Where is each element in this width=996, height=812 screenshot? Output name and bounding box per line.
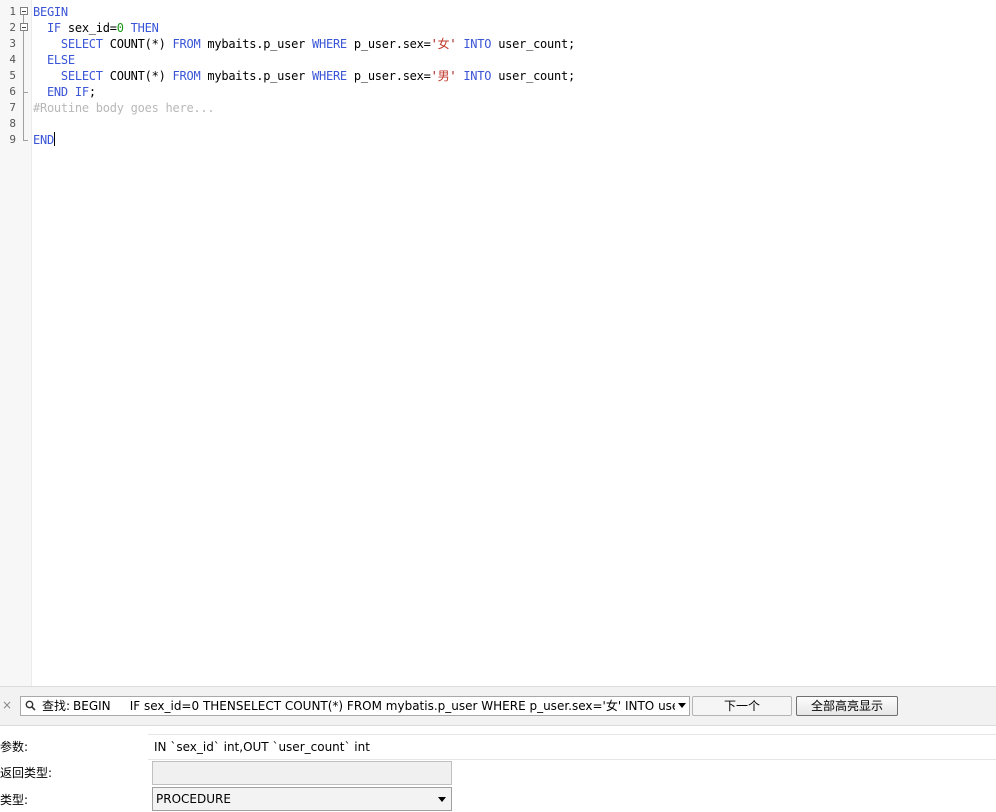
code-token: user_count; xyxy=(491,37,575,51)
fold-guide xyxy=(20,116,30,132)
text-caret xyxy=(53,132,55,146)
code-token: p_user.sex= xyxy=(346,37,431,51)
code-token: WHERE xyxy=(312,69,347,83)
close-find-icon[interactable]: × xyxy=(1,697,13,713)
code-token: INTO xyxy=(463,69,492,83)
params-label: 参数: xyxy=(0,740,29,754)
code-line: 5 SELECT COUNT(*) FROM mybaits.p_user WH… xyxy=(0,68,996,84)
line-number: 8 xyxy=(9,117,16,130)
code-token: 男 xyxy=(437,69,450,83)
fold-toggle-icon[interactable] xyxy=(20,20,30,36)
search-icon xyxy=(25,700,36,711)
code-token: mybaits.p_user xyxy=(200,37,313,51)
code-text: SELECT COUNT(*) FROM mybaits.p_user WHER… xyxy=(33,36,575,52)
code-token: ' xyxy=(430,37,438,51)
find-next-button[interactable]: 下一个 xyxy=(692,696,792,716)
code-line: 2 IF sex_id=0 THEN xyxy=(0,20,996,36)
code-token: END xyxy=(46,85,68,99)
type-select[interactable]: PROCEDURE xyxy=(152,787,452,811)
line-number: 2 xyxy=(9,21,16,34)
return-type-field[interactable] xyxy=(152,761,452,785)
code-token: THEN xyxy=(130,21,159,35)
code-token: BEGIN xyxy=(33,5,68,19)
code-line: 8 xyxy=(0,116,996,132)
code-token: SELECT xyxy=(60,69,103,83)
fold-toggle-icon[interactable] xyxy=(20,4,30,20)
line-number: 6 xyxy=(9,85,16,98)
fold-guide xyxy=(20,36,30,52)
fold-guide xyxy=(20,84,30,100)
code-token: WHERE xyxy=(312,37,347,51)
code-line: 7 #Routine body goes here... xyxy=(0,100,996,116)
chevron-down-icon xyxy=(438,797,446,802)
code-text: BEGIN xyxy=(33,4,68,20)
code-text: IF sex_id=0 THEN xyxy=(33,20,159,36)
type-select-value: PROCEDURE xyxy=(156,792,231,806)
line-number: 7 xyxy=(9,101,16,114)
code-token: INTO xyxy=(463,37,492,51)
code-token: COUNT(*) xyxy=(102,37,173,51)
find-history-dropdown-icon[interactable] xyxy=(678,703,686,708)
code-token: SELECT xyxy=(60,37,103,51)
code-text: #Routine body goes here... xyxy=(33,100,215,116)
code-token: ; xyxy=(88,85,96,99)
code-area[interactable]: 1 BEGIN 2 IF sex_id=0 THEN 3 SELECT COUNT(*… xyxy=(0,4,996,148)
fold-guide xyxy=(20,52,30,68)
code-token: 0 xyxy=(116,21,124,35)
code-text: END xyxy=(33,132,55,148)
return-type-label: 返回类型: xyxy=(0,766,53,780)
line-number: 9 xyxy=(9,133,16,146)
code-token: END xyxy=(33,133,54,147)
code-token: IF xyxy=(74,85,89,99)
line-number: 4 xyxy=(9,53,16,66)
code-line: 3 SELECT COUNT(*) FROM mybaits.p_user WH… xyxy=(0,36,996,52)
fold-guide xyxy=(20,68,30,84)
params-value: IN `sex_id` int,OUT `user_count` int xyxy=(154,740,370,754)
fold-guide xyxy=(20,132,30,148)
code-text: SELECT COUNT(*) FROM mybaits.p_user WHER… xyxy=(33,68,575,84)
code-text: ELSE xyxy=(33,52,75,68)
params-field[interactable]: IN `sex_id` int,OUT `user_count` int xyxy=(148,734,996,760)
fold-guide xyxy=(20,100,30,116)
code-token: #Routine body goes here... xyxy=(33,101,215,115)
code-token: FROM xyxy=(172,37,201,51)
code-line: 9 END xyxy=(0,132,996,148)
code-line: 6 END IF; xyxy=(0,84,996,100)
code-line: 1 BEGIN xyxy=(0,4,996,20)
code-token: FROM xyxy=(172,69,201,83)
line-number: 3 xyxy=(9,37,16,50)
highlight-all-button[interactable]: 全部高亮显示 xyxy=(796,696,898,716)
code-token: COUNT(*) xyxy=(102,69,173,83)
find-label: 查找: xyxy=(42,699,71,713)
find-input[interactable]: 查找: BEGIN IF sex_id=0 THENSELECT COUNT(*… xyxy=(20,696,690,716)
code-token: 女 xyxy=(437,37,450,51)
code-token: IF xyxy=(46,21,61,35)
find-bar: × 查找: BEGIN IF sex_id=0 THENSELECT COUNT… xyxy=(0,686,996,726)
sql-editor[interactable]: 1 BEGIN 2 IF sex_id=0 THEN 3 SELECT COUNT(*… xyxy=(0,0,996,686)
code-token: ELSE xyxy=(46,53,75,67)
code-token: p_user.sex= xyxy=(346,69,431,83)
code-text: END IF; xyxy=(33,84,96,100)
find-input-value: BEGIN IF sex_id=0 THENSELECT COUNT(*) FR… xyxy=(73,699,675,713)
routine-properties: 参数: IN `sex_id` int,OUT `user_count` int… xyxy=(0,726,996,812)
type-label: 类型: xyxy=(0,793,29,807)
code-line: 4 ELSE xyxy=(0,52,996,68)
code-token: ' xyxy=(430,69,438,83)
line-number: 1 xyxy=(9,5,16,18)
code-token: mybaits.p_user xyxy=(200,69,313,83)
line-number: 5 xyxy=(9,69,16,82)
code-token: user_count; xyxy=(491,69,575,83)
code-token: sex_id= xyxy=(60,21,117,35)
